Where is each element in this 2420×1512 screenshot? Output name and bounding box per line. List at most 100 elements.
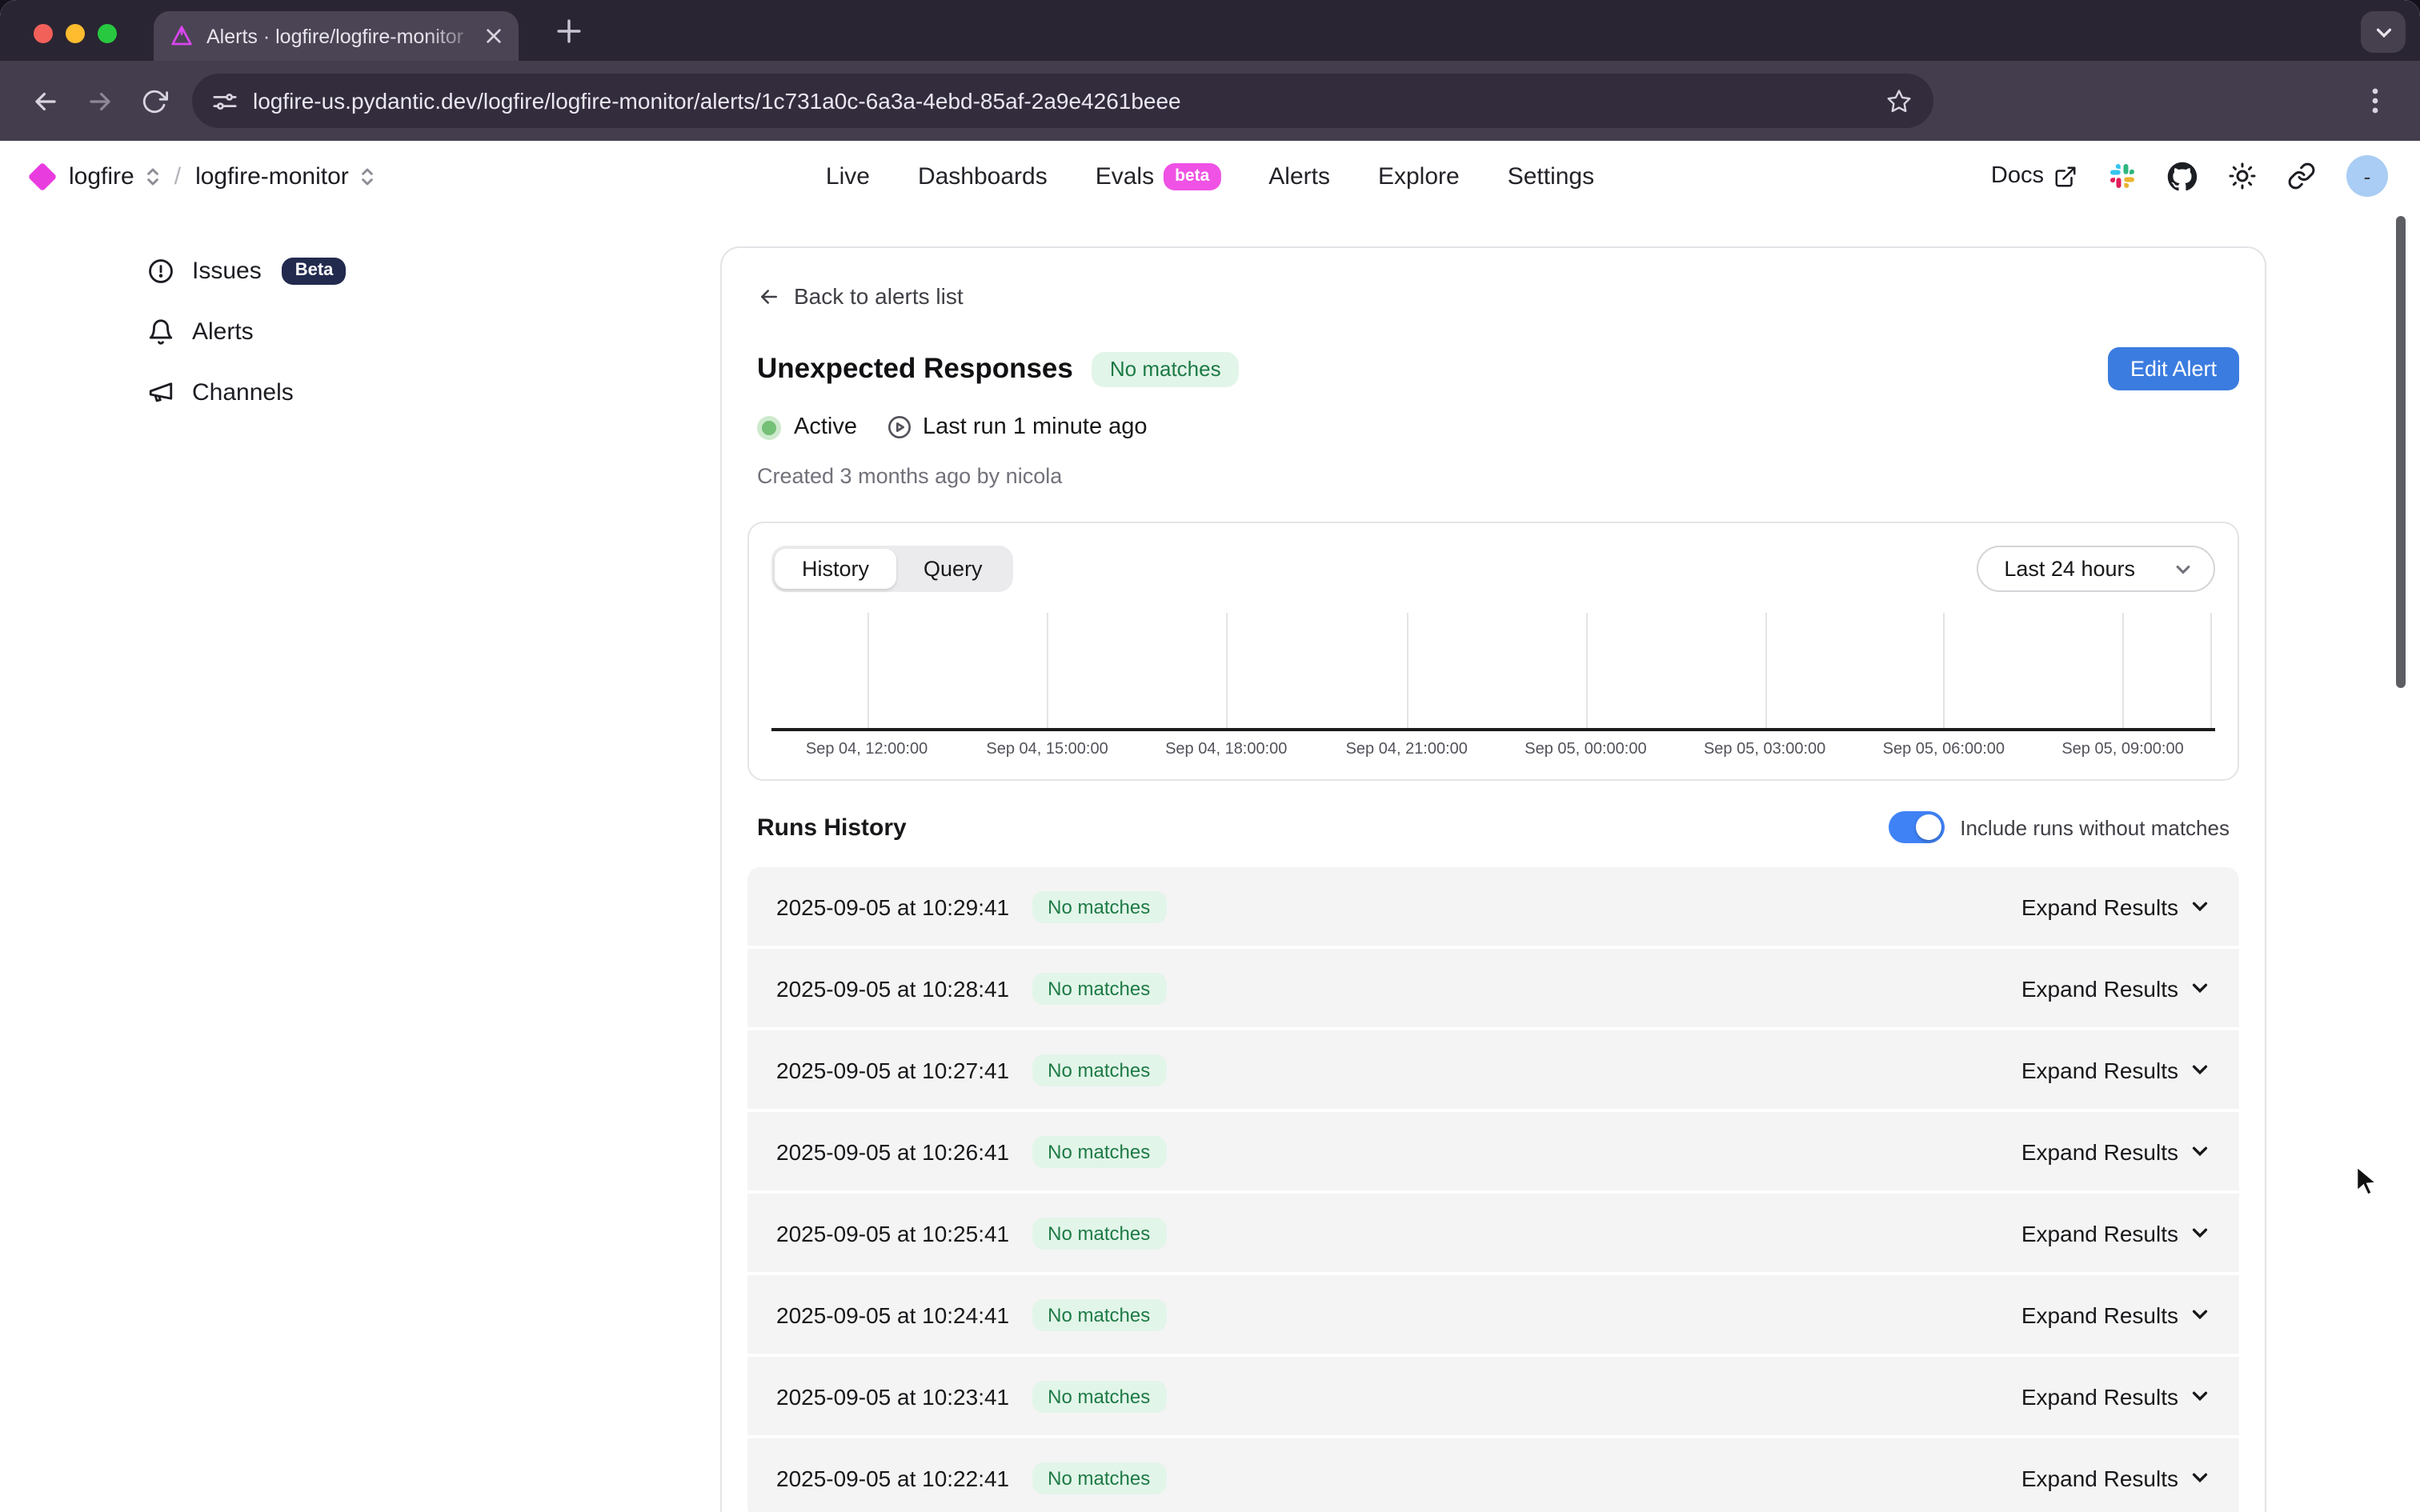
expand-results-button[interactable]: Expand Results <box>2021 894 2210 919</box>
x-tick-label: Sep 05, 06:00:00 <box>1883 741 2005 758</box>
run-row[interactable]: 2025-09-05 at 10:26:41 No matches Expand… <box>747 1112 2239 1190</box>
chart-gridline <box>1048 613 1049 728</box>
no-matches-badge: No matches <box>1092 351 1239 386</box>
bell-icon <box>147 318 174 345</box>
browser-window: Alerts · logfire/logfire-monitor logfire… <box>0 0 2420 1512</box>
chart-gridline <box>1944 613 1945 728</box>
nav-evals[interactable]: Evalsbeta <box>1096 162 1221 190</box>
github-icon[interactable] <box>2167 161 2198 191</box>
address-bar[interactable]: logfire-us.pydantic.dev/logfire/logfire-… <box>192 74 1933 128</box>
no-matches-badge: No matches <box>1032 972 1166 1004</box>
docs-link[interactable]: Docs <box>1991 163 2077 189</box>
tab-close-icon[interactable] <box>485 27 503 45</box>
project-selector-chevrons-icon[interactable] <box>360 166 375 186</box>
tab-search-button[interactable] <box>2361 11 2406 53</box>
chevron-down-icon <box>2174 559 2193 578</box>
org-selector[interactable]: logfire <box>69 162 134 190</box>
run-timestamp: 2025-09-05 at 10:24:41 <box>776 1302 1009 1327</box>
app-header: logfire / logfire-monitor Live Dashboard… <box>0 141 2420 211</box>
reload-button[interactable] <box>131 78 176 123</box>
expand-results-button[interactable]: Expand Results <box>2021 975 2210 1001</box>
chevron-down-icon <box>2190 978 2210 998</box>
sidebar-item-alerts[interactable]: Alerts <box>147 314 346 349</box>
browser-menu-icon[interactable] <box>2353 78 2398 123</box>
edit-alert-button[interactable]: Edit Alert <box>2108 347 2239 390</box>
nav-live[interactable]: Live <box>826 162 870 190</box>
window-controls <box>34 24 117 43</box>
beta-badge: beta <box>1164 162 1220 190</box>
x-tick-label: Sep 05, 00:00:00 <box>1525 741 1646 758</box>
chevron-down-icon <box>2190 1141 2210 1162</box>
run-row[interactable]: 2025-09-05 at 10:23:41 No matches Expand… <box>747 1357 2239 1435</box>
sidebar-item-issues[interactable]: Issues Beta <box>147 253 346 288</box>
nav-explore[interactable]: Explore <box>1378 162 1460 190</box>
runs-history-heading: Runs History <box>757 814 907 841</box>
zoom-window-button[interactable] <box>98 24 117 43</box>
sidebar-item-channels[interactable]: Channels <box>147 374 346 410</box>
run-row[interactable]: 2025-09-05 at 10:25:41 No matches Expand… <box>747 1194 2239 1272</box>
run-row[interactable]: 2025-09-05 at 10:22:41 No matches Expand… <box>747 1438 2239 1512</box>
browser-tab[interactable]: Alerts · logfire/logfire-monitor <box>154 11 519 61</box>
no-matches-badge: No matches <box>1032 1380 1166 1412</box>
expand-results-button[interactable]: Expand Results <box>2021 1383 2210 1409</box>
slack-icon[interactable] <box>2108 162 2137 190</box>
external-link-icon <box>2053 164 2077 188</box>
no-matches-badge: No matches <box>1032 1462 1166 1494</box>
browser-tab-strip: Alerts · logfire/logfire-monitor <box>0 0 2420 61</box>
chart-gridline <box>1765 613 1766 728</box>
forward-button[interactable] <box>77 78 122 123</box>
page-scrollbar[interactable] <box>2396 216 2406 688</box>
run-timestamp: 2025-09-05 at 10:22:41 <box>776 1465 1009 1490</box>
expand-results-button[interactable]: Expand Results <box>2021 1302 2210 1327</box>
run-timestamp: 2025-09-05 at 10:27:41 <box>776 1057 1009 1082</box>
project-selector[interactable]: logfire-monitor <box>195 162 349 190</box>
chevron-down-icon <box>2190 1059 2210 1080</box>
nav-dashboards[interactable]: Dashboards <box>918 162 1048 190</box>
user-avatar[interactable]: - <box>2346 155 2388 197</box>
expand-results-button[interactable]: Expand Results <box>2021 1138 2210 1164</box>
history-query-tabs: History Query <box>771 546 1013 592</box>
back-to-alerts-link[interactable]: Back to alerts list <box>757 280 2239 312</box>
run-row[interactable]: 2025-09-05 at 10:24:41 No matches Expand… <box>747 1275 2239 1354</box>
nav-alerts[interactable]: Alerts <box>1268 162 1330 190</box>
status-label: Active <box>794 414 857 440</box>
chart-gridline <box>867 613 868 728</box>
share-link-icon[interactable] <box>2287 162 2316 190</box>
expand-results-button[interactable]: Expand Results <box>2021 1220 2210 1246</box>
chevron-down-icon <box>2190 1386 2210 1406</box>
close-window-button[interactable] <box>34 24 53 43</box>
run-row[interactable]: 2025-09-05 at 10:27:41 No matches Expand… <box>747 1030 2239 1109</box>
back-button[interactable] <box>22 78 67 123</box>
toggle-label: Include runs without matches <box>1960 815 2230 839</box>
include-runs-toggle[interactable] <box>1888 811 1944 843</box>
x-tick-label: Sep 05, 09:00:00 <box>2061 741 2183 758</box>
chart-gridline <box>1585 613 1587 728</box>
theme-toggle-sun-icon[interactable] <box>2228 162 2257 190</box>
run-row[interactable]: 2025-09-05 at 10:29:41 No matches Expand… <box>747 867 2239 946</box>
tab-query[interactable]: Query <box>896 549 1010 589</box>
expand-results-button[interactable]: Expand Results <box>2021 1465 2210 1490</box>
bookmark-star-icon[interactable] <box>1885 87 1913 114</box>
no-matches-badge: No matches <box>1032 1054 1166 1086</box>
no-matches-badge: No matches <box>1032 1298 1166 1330</box>
time-range-select[interactable]: Last 24 hours <box>1977 546 2215 592</box>
page-body: Issues Beta Alerts Channels Back to aler… <box>0 211 2420 1512</box>
x-tick-label: Sep 05, 03:00:00 <box>1704 741 1825 758</box>
org-selector-chevrons-icon[interactable] <box>146 166 160 186</box>
nav-settings[interactable]: Settings <box>1508 162 1594 190</box>
run-timestamp: 2025-09-05 at 10:23:41 <box>776 1383 1009 1409</box>
expand-results-button[interactable]: Expand Results <box>2021 1057 2210 1082</box>
run-row[interactable]: 2025-09-05 at 10:28:41 No matches Expand… <box>747 949 2239 1027</box>
new-tab-button[interactable] <box>547 10 589 51</box>
x-tick-label: Sep 04, 18:00:00 <box>1165 741 1287 758</box>
chart-x-axis-labels: Sep 04, 12:00:00Sep 04, 15:00:00Sep 04, … <box>771 741 2215 762</box>
no-matches-badge: No matches <box>1032 1135 1166 1167</box>
url-text[interactable]: logfire-us.pydantic.dev/logfire/logfire-… <box>253 88 1885 114</box>
run-timestamp: 2025-09-05 at 10:29:41 <box>776 894 1009 919</box>
tab-history[interactable]: History <box>775 549 896 589</box>
issue-badge-icon <box>147 257 174 284</box>
x-tick-label: Sep 04, 15:00:00 <box>986 741 1108 758</box>
chevron-down-icon <box>2190 1467 2210 1488</box>
site-settings-icon[interactable] <box>213 89 237 113</box>
minimize-window-button[interactable] <box>66 24 85 43</box>
